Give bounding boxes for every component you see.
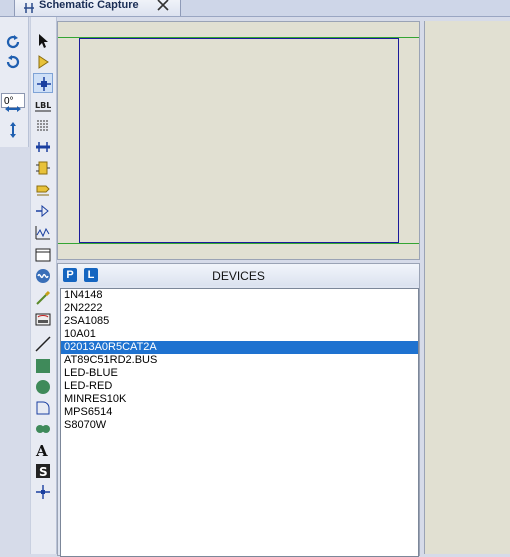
pick-devices-button[interactable]: P: [63, 268, 77, 282]
mode-toolbar: LBL A S: [30, 17, 57, 554]
marker-icon[interactable]: [33, 482, 53, 502]
list-item[interactable]: MINRES10K: [61, 393, 418, 406]
arc-icon[interactable]: [33, 398, 53, 418]
path-icon[interactable]: [33, 419, 53, 439]
junction-icon[interactable]: [33, 73, 53, 93]
line-icon[interactable]: [33, 334, 53, 354]
overview-window[interactable]: [57, 21, 420, 260]
list-item[interactable]: 10A01: [61, 328, 418, 341]
devices-panel: DEVICES P L 1N4148 2N2222 2SA1085 10A01 …: [57, 263, 420, 557]
component-icon[interactable]: [33, 52, 53, 72]
document-tab-bar: Schematic Capture: [0, 0, 510, 17]
rotate-ccw-icon[interactable]: [4, 53, 22, 71]
svg-text:LBL: LBL: [35, 101, 51, 110]
rotate-cw-icon[interactable]: [4, 33, 22, 51]
close-icon[interactable]: [156, 0, 170, 12]
list-item[interactable]: 2SA1085: [61, 315, 418, 328]
list-item[interactable]: 1N4148: [61, 289, 418, 302]
devices-title: DEVICES: [212, 269, 265, 283]
text-script-icon[interactable]: [33, 116, 53, 136]
bus-icon[interactable]: [33, 137, 53, 157]
list-item[interactable]: S8070W: [61, 419, 418, 432]
graph-icon[interactable]: [33, 223, 53, 243]
terminal-icon[interactable]: [33, 180, 53, 200]
list-item[interactable]: LED-RED: [61, 380, 418, 393]
tape-recorder-icon[interactable]: [33, 245, 53, 265]
list-item[interactable]: MPS6514: [61, 406, 418, 419]
devices-header: DEVICES P L: [58, 264, 419, 286]
library-manager-button[interactable]: L: [84, 268, 98, 282]
svg-text:S: S: [39, 465, 48, 479]
select-icon[interactable]: [33, 31, 53, 51]
device-pin-icon[interactable]: [33, 201, 53, 221]
tab-schematic-capture[interactable]: Schematic Capture: [14, 0, 181, 16]
rotation-toolbar: 0°: [0, 17, 29, 147]
list-item-selected[interactable]: 02013A0R5CAT2A: [61, 341, 418, 354]
tab-label: Schematic Capture: [39, 0, 139, 11]
symbol-icon[interactable]: S: [33, 461, 53, 481]
list-item[interactable]: LED-BLUE: [61, 367, 418, 380]
generator-icon[interactable]: [33, 266, 53, 286]
circle-icon[interactable]: [33, 377, 53, 397]
list-item[interactable]: 2N2222: [61, 302, 418, 315]
sheet-border: [79, 38, 399, 243]
voltage-probe-icon[interactable]: [33, 288, 53, 308]
text-icon[interactable]: A: [33, 440, 53, 460]
schematic-canvas[interactable]: [424, 21, 510, 554]
device-list[interactable]: 1N4148 2N2222 2SA1085 10A01 02013A0R5CAT…: [60, 288, 419, 557]
svg-text:A: A: [35, 442, 48, 458]
schematic-icon: [23, 2, 35, 14]
wire-label-icon[interactable]: LBL: [33, 95, 53, 115]
subcircuit-icon[interactable]: [33, 158, 53, 178]
flip-horizontal-icon[interactable]: [4, 100, 22, 118]
flip-vertical-icon[interactable]: [4, 121, 22, 139]
instrument-icon[interactable]: [33, 309, 53, 329]
sheet-margin-line: [58, 243, 419, 244]
box-icon[interactable]: [33, 356, 53, 376]
list-item[interactable]: AT89C51RD2.BUS: [61, 354, 418, 367]
